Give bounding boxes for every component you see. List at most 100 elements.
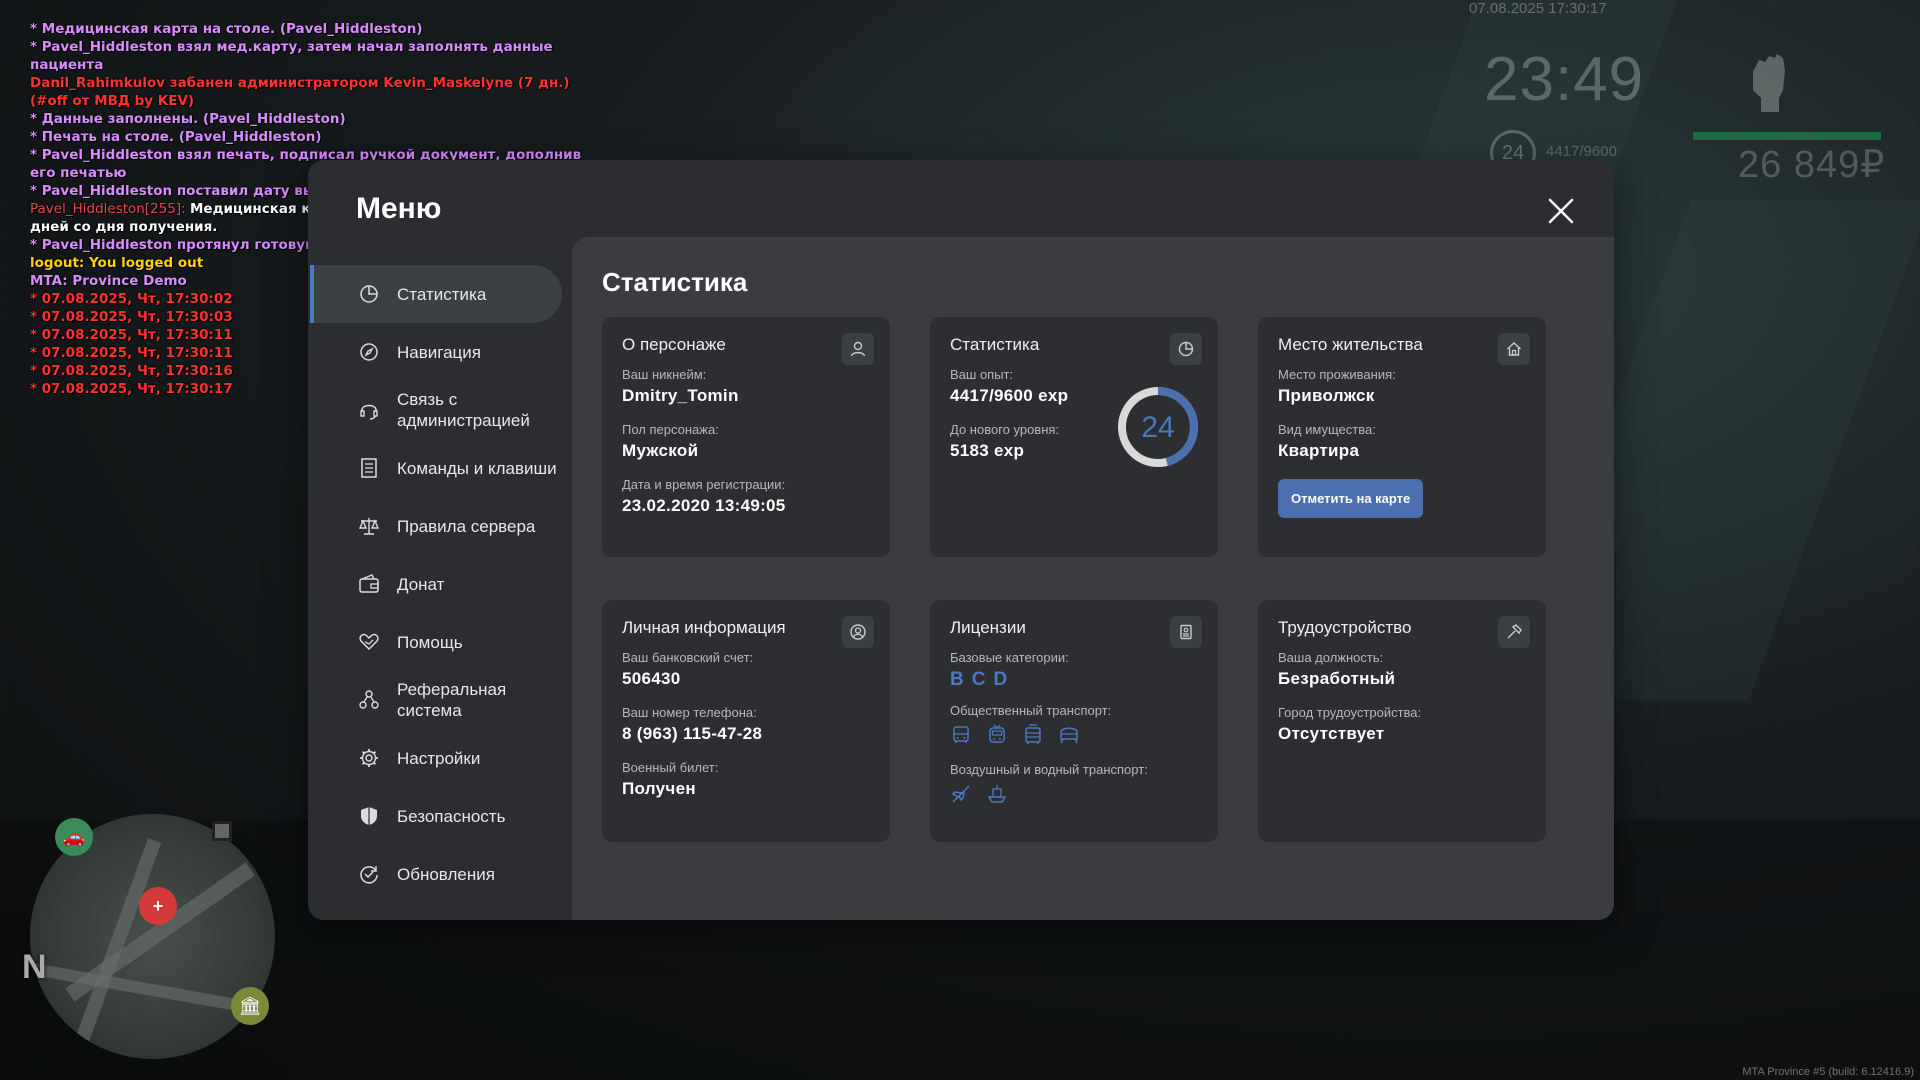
- menu-window: Меню Статистика Навигация Связь с админист…: [308, 160, 1614, 920]
- shield-icon: [358, 805, 380, 827]
- chat-line: * Медицинская карта на столе. (Pavel_Hid…: [30, 20, 610, 38]
- level-number: 24: [1141, 411, 1174, 444]
- card-title: Личная информация: [622, 618, 786, 637]
- residence-card: Место жительства Место проживания: Приво…: [1258, 317, 1546, 557]
- fist-icon: [1743, 50, 1793, 114]
- pie-chart-icon: [358, 283, 380, 305]
- job-city-label: Город трудоустройства:: [1278, 705, 1422, 720]
- sidebar-item-scales[interactable]: Правила сервера: [310, 497, 562, 555]
- minimap-square-marker: [212, 821, 232, 841]
- car-blip-icon: 🚗: [55, 818, 93, 856]
- document-icon: [358, 457, 380, 479]
- chat-text: * Pavel_Hiddleston взял мед.карту, затем…: [30, 39, 553, 73]
- sidebar-item-label: Безопасность: [397, 806, 506, 826]
- stats-card: Статистика Ваш опыт: 4417/9600 exp До но…: [930, 317, 1218, 557]
- base-categories-label: Базовые категории:: [950, 650, 1069, 665]
- air-water-transport-icons: [950, 783, 1198, 805]
- registration-value: 23.02.2020 13:49:05: [622, 496, 786, 515]
- card-title: О персонаже: [622, 335, 726, 354]
- sidebar-item-label: Команды и клавиши: [397, 458, 557, 478]
- nick-label: Ваш никнейм:: [622, 367, 707, 382]
- close-icon: [1548, 198, 1574, 224]
- build-info: MTA Province #5 (build: 6.12416.9): [1742, 1066, 1914, 1078]
- refresh-check-icon: [358, 863, 380, 885]
- military-id-value: Получен: [622, 779, 696, 798]
- chat-text: * 07.08.2025, Чт, 17:30:16: [30, 363, 233, 379]
- card-title: Статистика: [950, 335, 1040, 354]
- scales-icon: [358, 515, 380, 537]
- boat-icon: [987, 785, 1007, 803]
- chat-text: * 07.08.2025, Чт, 17:30:17: [30, 381, 233, 397]
- level-progress-ring: 24: [1118, 387, 1198, 467]
- sidebar-item-document[interactable]: Команды и клавиши: [310, 439, 562, 497]
- chat-text: logout: You logged out: [30, 255, 204, 271]
- sidebar-item-shield[interactable]: Безопасность: [310, 787, 562, 845]
- nick-value: Dmitry_Tomin: [622, 386, 739, 405]
- personal-info-card: Личная информация Ваш банковский счет: 5…: [602, 600, 890, 842]
- plane-icon: [951, 785, 970, 803]
- gear-icon: [358, 747, 380, 769]
- compass-icon: [358, 341, 380, 363]
- bank-account-value: 506430: [622, 669, 681, 688]
- headset-icon: [358, 399, 380, 421]
- bank-account-label: Ваш банковский счет:: [622, 650, 754, 665]
- exp-label: Ваш опыт:: [950, 367, 1014, 382]
- residence-place-value: Приволжск: [1278, 386, 1375, 405]
- license-category: C: [971, 669, 986, 690]
- sidebar-item-label: Реферальная система: [397, 680, 507, 720]
- registration-label: Дата и время регистрации:: [622, 477, 786, 492]
- character-card: О персонаже Ваш никнейм: Dmitry_Tomin По…: [602, 317, 890, 557]
- property-type-value: Квартира: [1278, 441, 1360, 460]
- bus-icon: [953, 726, 969, 743]
- sidebar-item-label: Настройки: [397, 748, 481, 768]
- sidebar-item-refresh-check[interactable]: Обновления: [310, 845, 562, 903]
- tram-icon: [1025, 724, 1041, 744]
- sidebar-item-label: Донат: [397, 574, 445, 594]
- chat-text: MTA: Province Demo: [30, 273, 187, 289]
- bank-blip-icon: 🏛: [231, 987, 269, 1025]
- menu-title: Меню: [356, 192, 442, 225]
- sidebar-item-referral[interactable]: Реферальная система: [310, 671, 562, 729]
- mark-on-map-button[interactable]: Отметить на карте: [1278, 479, 1424, 518]
- chat-line: Danil_Rahimkulov забанен администратором…: [30, 74, 610, 110]
- hammer-icon: [1498, 616, 1530, 648]
- hud-health-bar: [1693, 132, 1881, 140]
- north-indicator: N: [22, 948, 47, 986]
- wallet-icon: [358, 573, 380, 595]
- pie-chart-icon: [1170, 333, 1202, 365]
- sidebar-item-headset[interactable]: Связь с администрацией: [310, 381, 562, 439]
- sidebar-item-compass[interactable]: Навигация: [310, 323, 562, 381]
- content-title: Статистика: [602, 267, 748, 297]
- sidebar-item-pie-chart[interactable]: Статистика: [310, 265, 562, 323]
- public-transport-label: Общественный транспорт:: [950, 703, 1112, 718]
- sidebar-item-label: Помощь: [397, 632, 463, 652]
- hud-health-fill: [1693, 132, 1881, 140]
- phone-label: Ваш номер телефона:: [622, 705, 757, 720]
- chat-sender: Pavel_Hiddleston[255]:: [30, 201, 190, 217]
- sidebar: Статистика Навигация Связь с администрацие…: [308, 265, 562, 903]
- base-categories: BCD: [950, 669, 1198, 691]
- chat-text: Danil_Rahimkulov забанен администратором…: [30, 75, 570, 109]
- public-transport-icons: [950, 724, 1198, 746]
- sidebar-item-label: Навигация: [397, 342, 481, 362]
- chat-text: * 07.08.2025, Чт, 17:30:11: [30, 345, 233, 361]
- sidebar-item-label: Статистика: [397, 284, 487, 304]
- chat-text: * 07.08.2025, Чт, 17:30:02: [30, 291, 233, 307]
- house-icon: [1498, 333, 1530, 365]
- chat-line: * Печать на столе. (Pavel_Hiddleston): [30, 128, 610, 146]
- hud-exp: 4417/9600: [1546, 143, 1617, 160]
- sidebar-item-wallet[interactable]: Донат: [310, 555, 562, 613]
- card-title: Трудоустройство: [1278, 618, 1412, 637]
- employment-card: Трудоустройство Ваша должность: Безработ…: [1258, 600, 1546, 842]
- sidebar-item-heart-hand[interactable]: Помощь: [310, 613, 562, 671]
- hospital-blip-icon: +: [139, 887, 177, 925]
- chat-text: * 07.08.2025, Чт, 17:30:11: [30, 327, 233, 343]
- phone-value: 8 (963) 115-47-28: [622, 724, 763, 743]
- position-label: Ваша должность:: [1278, 650, 1384, 665]
- sidebar-item-label: Правила сервера: [397, 516, 536, 536]
- military-id-label: Военный билет:: [622, 760, 719, 775]
- sidebar-item-gear[interactable]: Настройки: [310, 729, 562, 787]
- gender-label: Пол персонажа:: [622, 422, 719, 437]
- residence-place-label: Место проживания:: [1278, 367, 1396, 382]
- close-button[interactable]: [1546, 196, 1576, 226]
